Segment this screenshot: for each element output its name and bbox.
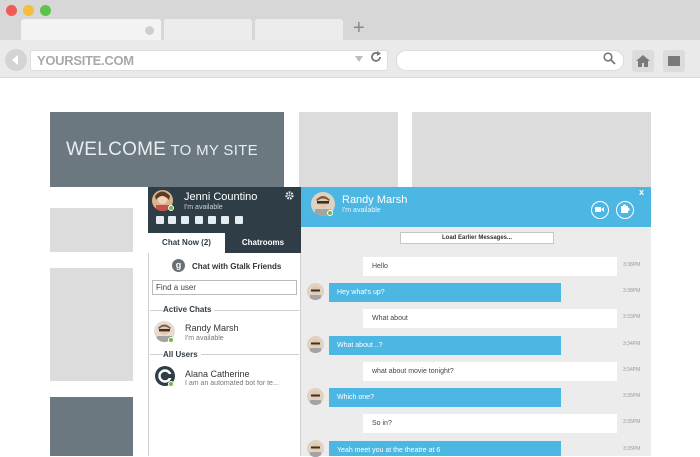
avatar [307,388,324,405]
message-bubble-incoming: What about [363,309,617,328]
url-dropdown-icon[interactable] [355,56,363,62]
message-timestamp: 3:38PM [623,288,641,294]
placeholder-block [50,268,133,381]
placeholder-block [299,112,398,187]
gear-icon[interactable] [285,191,294,203]
menu-icon [668,56,680,66]
maximize-window-dot[interactable] [40,5,51,16]
browser-tab[interactable] [255,19,343,41]
avatar [307,440,324,457]
minimize-window-dot[interactable] [23,5,34,16]
message-timestamp: 3:38PM [623,262,641,268]
menu-button[interactable] [663,50,685,72]
welcome-text: WELCOME TO MY SITE [66,139,258,160]
back-arrow-icon [12,55,18,65]
message-timestamp: 3:33PM [623,314,641,320]
message-bubble-outgoing: What about ..? [329,336,561,355]
video-camera-icon [595,207,604,212]
contact-status: I am an automated bot for te... [185,380,279,387]
gtalk-link[interactable]: Chat with Gtalk Friends [192,262,281,271]
browser-tab[interactable] [164,19,252,41]
tab-chatrooms[interactable]: Chatrooms [225,233,301,253]
current-user-name: Jenni Countino [184,191,258,203]
back-button[interactable] [5,49,27,71]
tab-close-icon[interactable] [145,26,154,35]
message-timestamp: 3:35PM [623,446,641,452]
home-icon [636,55,650,67]
online-status-dot [327,210,333,216]
message-bubble-incoming: Hello [363,257,617,276]
conversation-contact-name: Randy Marsh [342,194,408,206]
google-icon[interactable]: g [172,259,185,272]
video-call-button[interactable] [591,201,609,219]
text-icon[interactable] [221,216,229,224]
message-bubble-outgoing: Which one? [329,388,561,407]
find-user-input[interactable]: Find a user [152,280,297,295]
search-icon[interactable] [603,52,616,65]
message-timestamp: 3:34PM [623,341,641,347]
browser-tab-active[interactable] [21,19,161,41]
all-users-heading: All Users [163,350,201,359]
address-bar-text: YOURSITE.COM [37,53,134,68]
placeholder-block [50,208,133,252]
megaphone-icon[interactable] [156,216,164,224]
close-window-dot[interactable] [6,5,17,16]
close-chat-button[interactable]: x [639,187,644,197]
load-earlier-button[interactable]: Load Earlier Messages... [400,232,554,244]
puzzle-icon[interactable] [168,216,176,224]
message-timestamp: 3:35PM [623,419,641,425]
placeholder-block [50,397,133,456]
avatar [307,336,324,353]
browser-search-bar[interactable] [396,50,624,71]
active-chats-heading: Active Chats [163,305,215,314]
contact-name[interactable]: Randy Marsh [185,323,239,333]
android-icon[interactable] [208,216,216,224]
online-status-dot [168,381,174,387]
home-button[interactable] [632,50,654,72]
online-status-dot [168,337,174,343]
new-tab-button[interactable]: + [353,18,365,38]
facebook-icon[interactable] [181,216,189,224]
current-user-status[interactable]: I'm available [184,204,223,211]
contact-status: I'm available [185,335,224,342]
placeholder-block [412,112,651,187]
message-timestamp: 3:34PM [623,367,641,373]
tab-chat-now[interactable]: Chat Now (2) [148,233,225,253]
conversation-contact-status: I'm available [342,207,381,214]
plugins-button[interactable] [616,201,634,219]
online-status-dot [168,205,174,211]
message-bubble-outgoing: Hey what's up? [329,283,561,302]
contact-name[interactable]: Alana Catherine [185,369,250,379]
puzzle-icon [621,204,630,213]
twitter-icon[interactable] [195,216,203,224]
message-bubble-outgoing: Yeah meet you at the theatre at 6 [329,441,561,456]
share-icon[interactable] [235,216,243,224]
avatar [307,283,324,300]
reload-icon[interactable] [369,50,383,67]
message-timestamp: 3:35PM [623,393,641,399]
message-bubble-incoming: So in? [363,414,617,433]
message-bubble-incoming: what about movie tonight? [363,362,617,381]
